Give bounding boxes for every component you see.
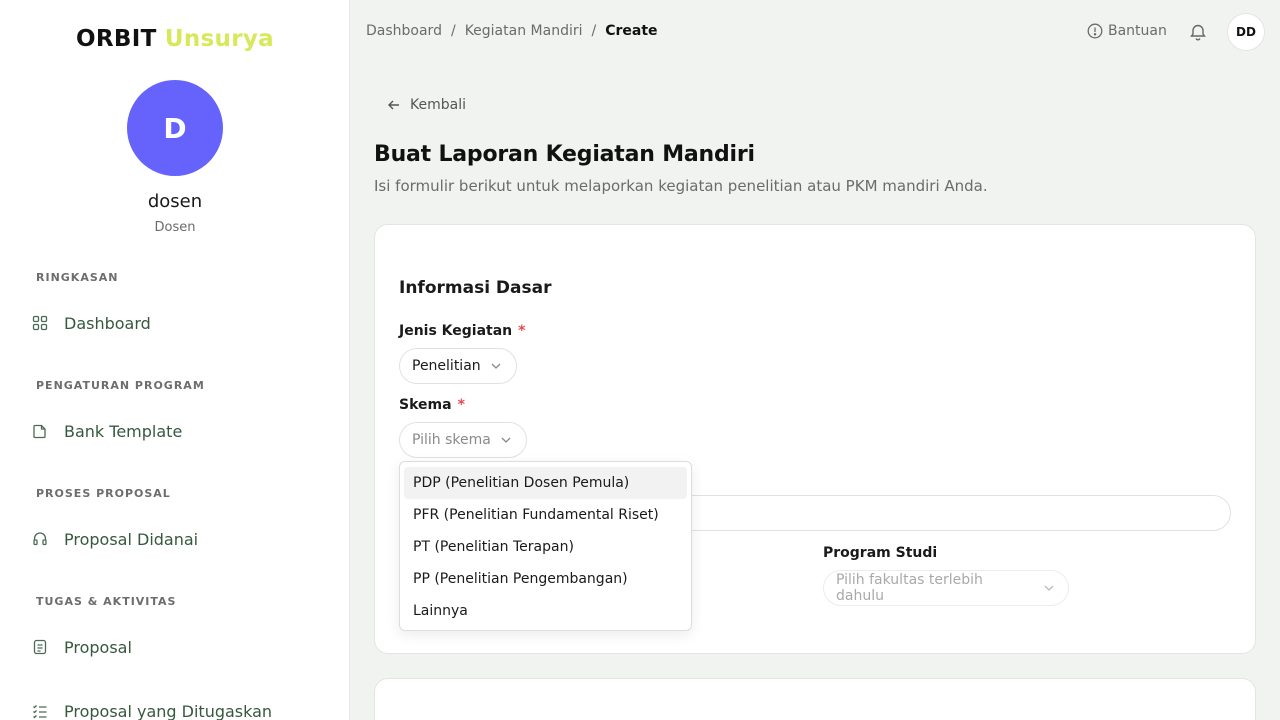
back-link[interactable]: Kembali bbox=[386, 97, 466, 113]
program-studi-label: Program Studi bbox=[823, 545, 938, 561]
skema-option-pdp[interactable]: PDP (Penelitian Dosen Pemula) bbox=[404, 467, 687, 499]
sidebar-item-label: Proposal yang Ditugaskan bbox=[64, 701, 273, 720]
document-icon bbox=[30, 637, 50, 657]
headset-icon bbox=[30, 529, 50, 549]
file-icon bbox=[30, 421, 50, 441]
skema-dropdown-menu: PDP (Penelitian Dosen Pemula) PFR (Penel… bbox=[399, 461, 692, 631]
page-title: Buat Laporan Kegiatan Mandiri bbox=[374, 142, 755, 167]
checklist-icon bbox=[30, 701, 50, 720]
sidebar-item-proposal-didanai[interactable]: Proposal Didanai bbox=[30, 523, 330, 555]
help-label: Bantuan bbox=[1108, 23, 1167, 39]
help-button[interactable]: Bantuan bbox=[1087, 23, 1167, 39]
sidebar-item-bank-template[interactable]: Bank Template bbox=[30, 415, 330, 447]
chevron-down-icon bbox=[499, 433, 513, 447]
required-marker: * bbox=[518, 323, 526, 339]
sidebar-item-proposal-ditugaskan[interactable]: Proposal yang Ditugaskan bbox=[30, 695, 330, 720]
profile-avatar: D bbox=[127, 80, 223, 176]
program-studi-placeholder: Pilih fakultas terlebih dahulu bbox=[836, 572, 983, 604]
skema-select[interactable]: Pilih skema bbox=[399, 422, 527, 458]
jenis-kegiatan-label: Jenis Kegiatan * bbox=[399, 323, 525, 339]
user-avatar-button[interactable]: DD bbox=[1227, 13, 1265, 51]
sidebar: ORBIT Unsurya D dosen Dosen RINGKASAN Da… bbox=[0, 0, 350, 720]
section-title: Informasi Dasar bbox=[399, 278, 552, 298]
skema-option-lainnya[interactable]: Lainnya bbox=[404, 595, 687, 627]
profile-role: Dosen bbox=[154, 220, 196, 235]
breadcrumb-dashboard[interactable]: Dashboard bbox=[366, 23, 442, 39]
sidebar-item-label: Proposal Didanai bbox=[64, 529, 199, 549]
brand-name-part2: Unsurya bbox=[164, 26, 274, 52]
skema-option-pt[interactable]: PT (Penelitian Terapan) bbox=[404, 531, 687, 563]
brand-name-part1: ORBIT bbox=[76, 26, 157, 52]
nav-section-pengaturan-program: PENGATURAN PROGRAM bbox=[36, 379, 205, 392]
sidebar-item-label: Proposal bbox=[64, 637, 132, 657]
breadcrumb-kegiatan-mandiri[interactable]: Kegiatan Mandiri bbox=[465, 23, 583, 39]
required-marker: * bbox=[457, 397, 465, 413]
chevron-down-icon bbox=[1042, 581, 1056, 595]
program-studi-select[interactable]: Pilih fakultas terlebih dahulu bbox=[823, 570, 1069, 606]
nav-section-ringkasan: RINGKASAN bbox=[36, 271, 119, 284]
brand-logo[interactable]: ORBIT Unsurya bbox=[0, 26, 349, 52]
jenis-kegiatan-select[interactable]: Penelitian bbox=[399, 348, 517, 384]
profile-name: dosen bbox=[147, 191, 203, 212]
sidebar-item-proposal[interactable]: Proposal bbox=[30, 631, 330, 663]
grid-icon bbox=[30, 313, 50, 333]
nav-section-proses-proposal: PROSES PROPOSAL bbox=[36, 487, 171, 500]
skema-option-pp[interactable]: PP (Penelitian Pengembangan) bbox=[404, 563, 687, 595]
sidebar-item-dashboard[interactable]: Dashboard bbox=[30, 307, 330, 339]
nav-section-tugas-aktivitas: TUGAS & AKTIVITAS bbox=[36, 595, 177, 608]
text-input-field[interactable] bbox=[665, 495, 1231, 531]
sidebar-item-label: Bank Template bbox=[64, 421, 183, 441]
bell-icon[interactable] bbox=[1188, 22, 1208, 42]
skema-label: Skema * bbox=[399, 397, 465, 413]
back-label: Kembali bbox=[410, 97, 466, 113]
breadcrumb-current: Create bbox=[605, 23, 658, 39]
arrow-left-icon bbox=[386, 97, 402, 113]
breadcrumb: Dashboard / Kegiatan Mandiri / Create bbox=[366, 23, 658, 39]
info-circle-icon bbox=[1087, 23, 1103, 39]
skema-label-text: Skema bbox=[399, 397, 452, 413]
page-subtitle: Isi formulir berikut untuk melaporkan ke… bbox=[374, 177, 988, 195]
jenis-kegiatan-label-text: Jenis Kegiatan bbox=[399, 323, 513, 339]
sidebar-item-label: Dashboard bbox=[64, 313, 151, 333]
chevron-down-icon bbox=[489, 359, 503, 373]
breadcrumb-separator: / bbox=[450, 23, 456, 39]
breadcrumb-separator: / bbox=[591, 23, 597, 39]
skema-option-pfr[interactable]: PFR (Penelitian Fundamental Riset) bbox=[404, 499, 687, 531]
jenis-kegiatan-value: Penelitian bbox=[412, 358, 481, 374]
skema-placeholder: Pilih skema bbox=[412, 432, 491, 448]
form-card-next bbox=[374, 678, 1256, 720]
